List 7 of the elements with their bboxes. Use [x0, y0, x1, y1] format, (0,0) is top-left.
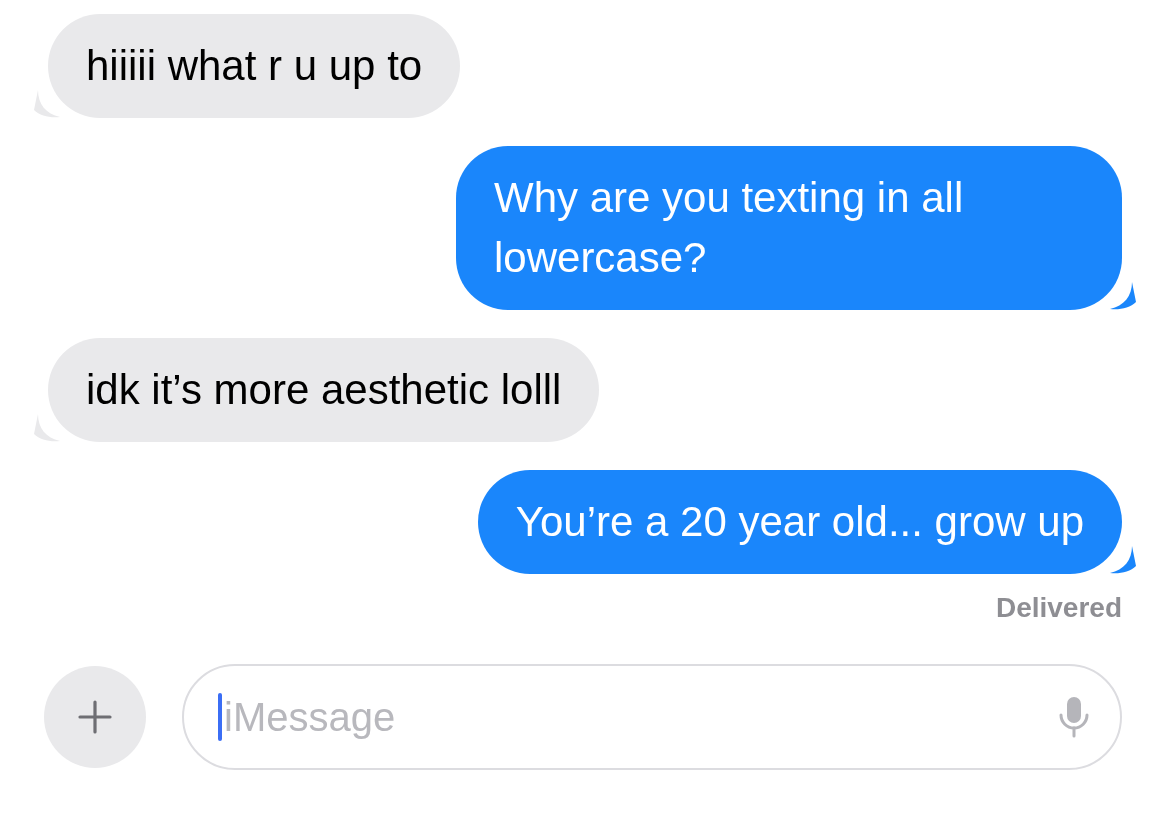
delivery-status: Delivered	[995, 592, 1122, 624]
bubble-tail	[1110, 282, 1136, 310]
microphone-icon[interactable]	[1058, 696, 1090, 738]
bubble-tail	[1110, 546, 1136, 574]
message-field[interactable]: iMessage	[182, 664, 1122, 770]
plus-icon	[78, 700, 112, 734]
message-input[interactable]: iMessage	[222, 694, 1058, 740]
